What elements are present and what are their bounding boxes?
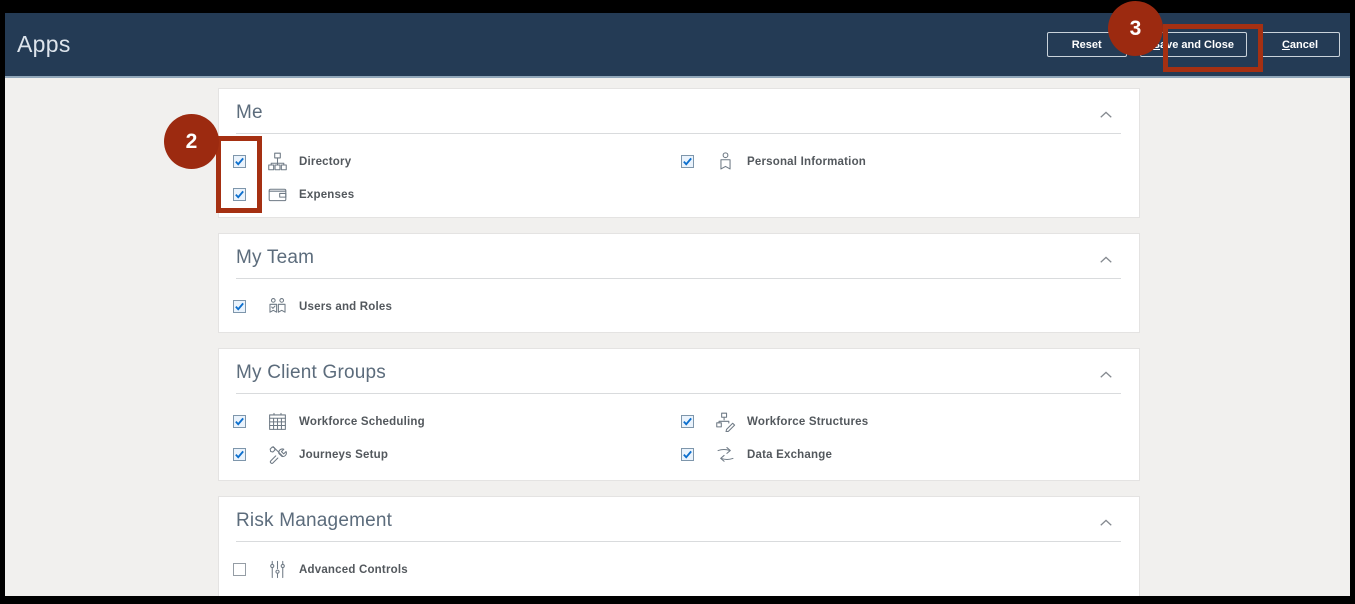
app-row-workforce-scheduling: Workforce Scheduling (233, 405, 681, 438)
section-risk-management: Risk Management Advanced Controls (218, 496, 1140, 596)
users-and-roles-checkbox[interactable] (233, 300, 246, 313)
org-chart-icon (266, 151, 288, 173)
app-row-advanced-controls: Advanced Controls (233, 553, 681, 586)
app-label: Advanced Controls (299, 563, 408, 576)
person-badge-icon (714, 151, 736, 173)
chevron-up-icon[interactable] (1097, 514, 1115, 532)
section-title: Me (236, 102, 263, 123)
annotation-step-3: 3 (1108, 1, 1163, 56)
section-my-client-groups: My Client Groups Workforce Scheduling Jo… (218, 348, 1140, 481)
app-window: Apps Reset Save and Close Cancel Me (5, 13, 1350, 596)
app-row-journeys-setup: Journeys Setup (233, 438, 681, 471)
wallet-icon (266, 184, 288, 206)
sliders-icon (266, 559, 288, 581)
app-row-directory: Directory (233, 145, 681, 178)
crossed-tools-icon (266, 444, 288, 466)
section-me: Me Directory Expenses Personal Informati… (218, 88, 1140, 218)
advanced-controls-checkbox[interactable] (233, 563, 246, 576)
personal-information-checkbox[interactable] (681, 155, 694, 168)
exchange-arrows-icon (714, 444, 736, 466)
annotation-rect-save-and-close (1163, 24, 1263, 72)
org-chart-pencil-icon (714, 411, 736, 433)
app-row-expenses: Expenses (233, 178, 681, 211)
app-label: Data Exchange (747, 448, 833, 461)
section-title: My Team (236, 247, 315, 268)
section-title: My Client Groups (236, 362, 386, 383)
annotation-step-2: 2 (164, 114, 219, 169)
section-my-team: My Team Users and Roles (218, 233, 1140, 333)
screenshot-frame: Apps Reset Save and Close Cancel Me (0, 0, 1355, 604)
chevron-up-icon[interactable] (1097, 366, 1115, 384)
page-title: Apps (17, 31, 71, 57)
app-row-users-and-roles: Users and Roles (233, 290, 681, 323)
section-title: Risk Management (236, 510, 393, 531)
app-label: Journeys Setup (299, 448, 389, 461)
workforce-structures-checkbox[interactable] (681, 415, 694, 428)
app-row-data-exchange: Data Exchange (681, 438, 1139, 471)
chevron-up-icon[interactable] (1097, 106, 1115, 124)
app-label: Personal Information (747, 155, 867, 168)
app-label: Workforce Scheduling (299, 415, 425, 428)
app-row-workforce-structures: Workforce Structures (681, 405, 1139, 438)
annotation-rect-checkboxes (216, 136, 262, 213)
two-people-icon (266, 296, 288, 318)
sections-list: Me Directory Expenses Personal Informati… (218, 88, 1140, 596)
calendar-grid-icon (266, 411, 288, 433)
app-label: Workforce Structures (747, 415, 869, 428)
cancel-button[interactable]: Cancel (1260, 32, 1340, 57)
app-label: Directory (299, 155, 352, 168)
chevron-up-icon[interactable] (1097, 251, 1115, 269)
app-label: Expenses (299, 188, 355, 201)
data-exchange-checkbox[interactable] (681, 448, 694, 461)
journeys-setup-checkbox[interactable] (233, 448, 246, 461)
app-label: Users and Roles (299, 300, 393, 313)
app-row-personal-information: Personal Information (681, 145, 1139, 178)
workforce-scheduling-checkbox[interactable] (233, 415, 246, 428)
